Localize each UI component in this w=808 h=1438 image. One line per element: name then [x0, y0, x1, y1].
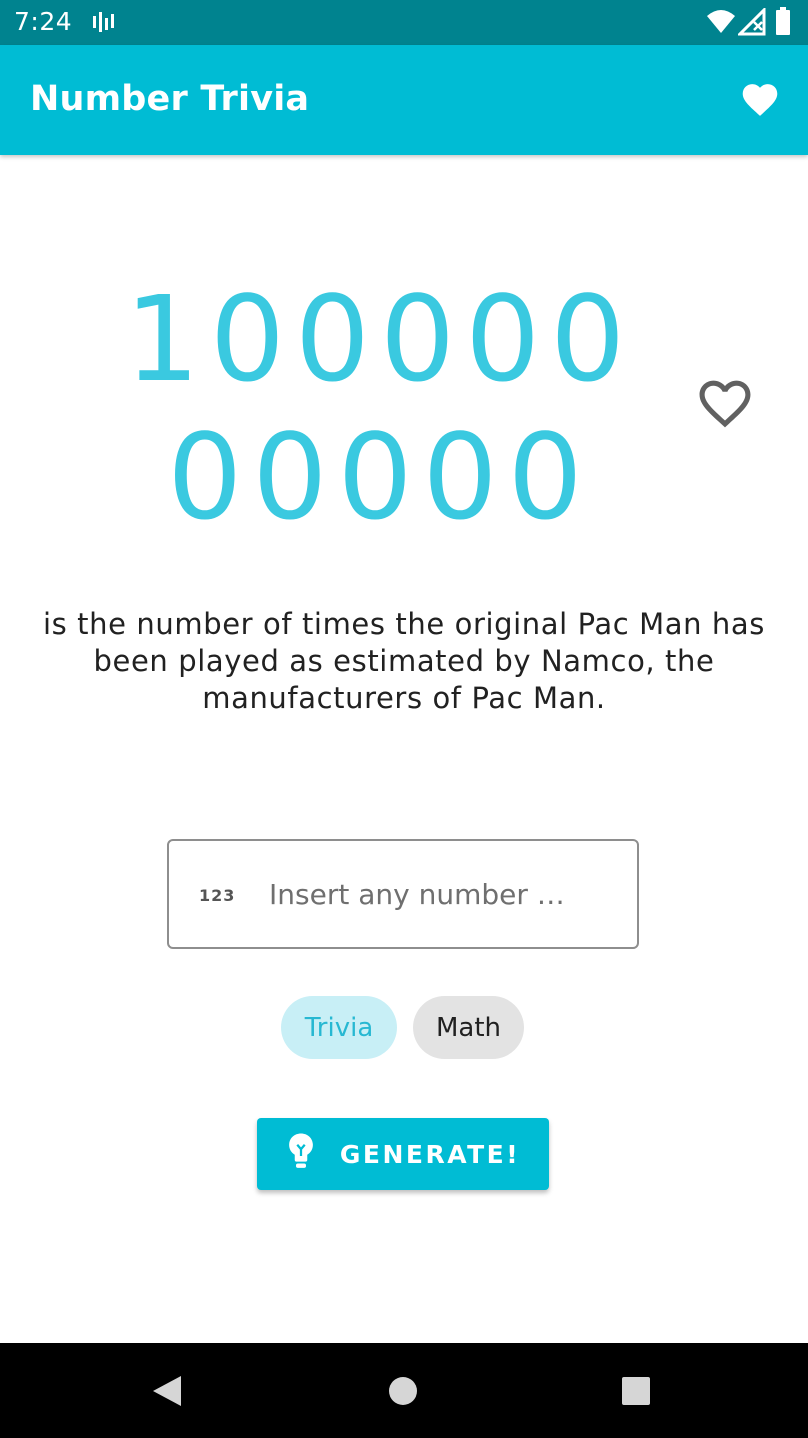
trivia-number-line-1: 100000	[124, 270, 636, 408]
trivia-fact-text: is the number of times the original Pac …	[42, 607, 765, 715]
back-icon[interactable]	[150, 1373, 184, 1413]
recents-icon[interactable]	[621, 1376, 651, 1410]
status-bar: 7:24	[0, 0, 808, 45]
trivia-number: 100000 00000	[0, 270, 760, 546]
trivia-number-line-2: 00000	[167, 408, 593, 546]
chip-math[interactable]: Math	[413, 996, 524, 1059]
app-title: Number Trivia	[30, 79, 310, 119]
chip-trivia[interactable]: Trivia	[281, 996, 397, 1059]
wifi-icon	[706, 8, 736, 38]
lightbulb-icon	[286, 1132, 316, 1176]
favorites-button[interactable]	[735, 75, 785, 125]
battery-icon	[775, 7, 791, 39]
numeric-keypad-icon: 123	[199, 886, 236, 905]
signal-icon	[736, 6, 766, 40]
number-input-box[interactable]: 123	[167, 839, 639, 949]
number-input-field[interactable]	[269, 869, 609, 919]
heart-outline-icon	[694, 373, 756, 433]
navigation-bar	[0, 1343, 808, 1438]
status-time: 7:24	[14, 7, 73, 36]
home-icon[interactable]	[387, 1375, 419, 1411]
generate-button-label: GENERATE!	[339, 1139, 521, 1169]
heart-filled-icon	[739, 79, 781, 121]
app-bar: Number Trivia	[0, 45, 808, 155]
favorite-toggle-button[interactable]	[690, 370, 760, 436]
generate-button[interactable]: GENERATE!	[257, 1118, 549, 1190]
network-activity-icon	[92, 10, 116, 38]
